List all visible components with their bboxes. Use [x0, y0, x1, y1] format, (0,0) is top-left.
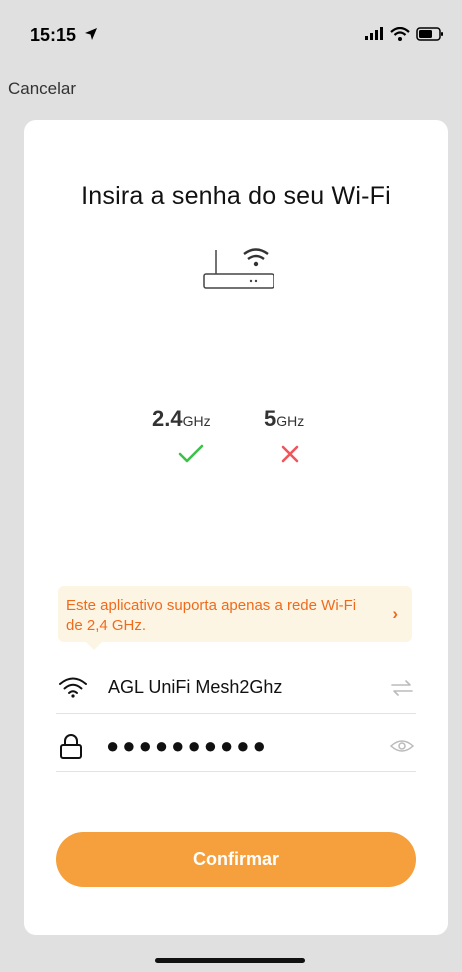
signal-icon	[365, 27, 383, 40]
check-icon	[178, 444, 204, 463]
ssid-value: AGL UniFi Mesh2Ghz	[108, 677, 283, 697]
confirm-button[interactable]: Confirmar	[56, 832, 416, 887]
password-field[interactable]: ●●●●●●●●●●	[56, 720, 416, 772]
wifi-icon	[59, 677, 87, 698]
notice-text: Este aplicativo suporta apenas a rede Wi…	[66, 597, 357, 634]
router-icon	[203, 248, 274, 289]
band-5ghz-label: 5GHz	[264, 406, 304, 432]
status-time: 15:15	[30, 25, 77, 45]
page-title: Insira a senha do seu Wi-Fi	[81, 182, 391, 210]
cancel-button[interactable]: Cancelar	[8, 79, 76, 99]
band-2-4-value: 2.4	[152, 406, 183, 431]
location-arrow-icon	[85, 28, 97, 40]
band-5-value: 5	[264, 406, 277, 431]
status-bar: 15:15	[0, 0, 462, 62]
cross-icon	[281, 445, 299, 463]
ssid-field[interactable]: AGL UniFi Mesh2Ghz	[56, 662, 416, 714]
chevron-right-icon: ›	[392, 604, 398, 623]
lock-icon	[60, 734, 82, 759]
status-icons	[364, 27, 444, 41]
switch-network-icon[interactable]	[390, 680, 414, 696]
band-notice-banner[interactable]: Este aplicativo suporta apenas a rede Wi…	[58, 586, 412, 650]
password-value: ●●●●●●●●●●	[106, 733, 269, 758]
battery-icon	[416, 27, 443, 41]
notice-tail	[86, 642, 102, 650]
eye-icon[interactable]	[390, 738, 414, 754]
band-2-4-unit: GHz	[182, 413, 211, 429]
wifi-status-icon	[390, 27, 410, 41]
band-2-4ghz-label: 2.4GHz	[152, 406, 211, 432]
home-indicator	[155, 958, 305, 963]
wifi-password-card: Insira a senha do seu Wi-Fi 2.4GHz 5GHz …	[24, 120, 448, 935]
band-5-unit: GHz	[276, 413, 305, 429]
